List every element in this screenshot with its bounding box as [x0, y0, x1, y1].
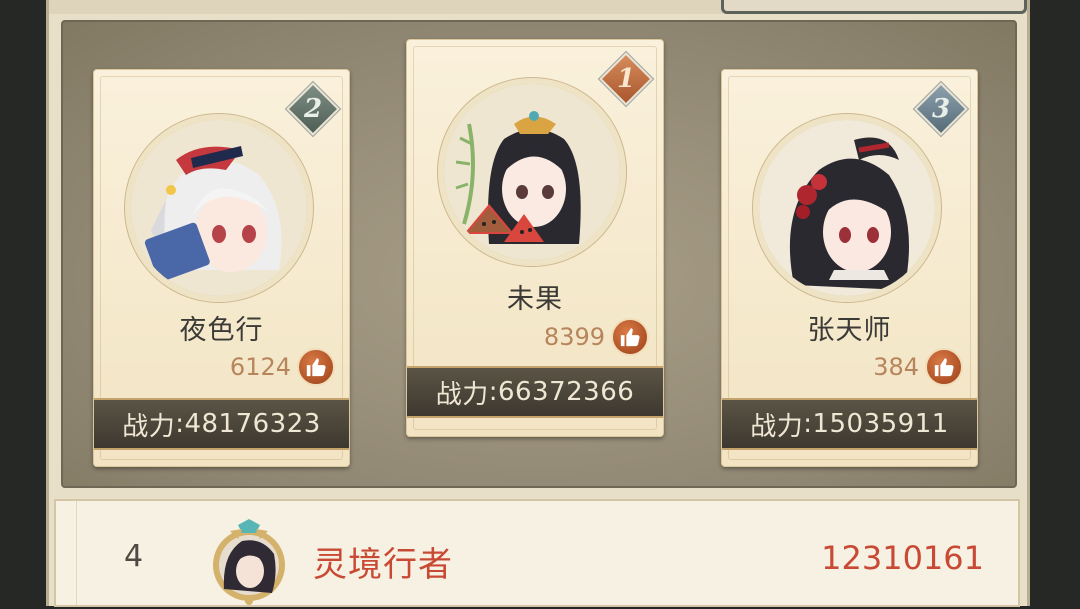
player-name: 夜色行 — [179, 315, 264, 346]
rank-3-badge-icon: 3 — [914, 82, 968, 136]
avatar-portrait-ponytail — [759, 120, 935, 296]
like-count: 8399 — [543, 323, 605, 351]
player-avatar[interactable] — [444, 84, 620, 260]
power-bar: 战力:66372366 — [407, 366, 663, 418]
row-rank: 4 — [124, 539, 144, 574]
power-value: 48176323 — [184, 409, 321, 439]
player-name: 张天师 — [807, 315, 892, 346]
rank-1-badge-icon: 1 — [599, 52, 653, 106]
row-power-value: 12310161 — [821, 539, 984, 577]
podium-card-rank-2[interactable]: 2 夜色行 6124 战力:48176323 — [93, 69, 350, 467]
power-label: 战力 — [750, 411, 804, 442]
avatar-portrait-black-hair-watermelon — [444, 84, 620, 260]
thumbs-up-icon[interactable] — [611, 318, 649, 356]
row-player-avatar[interactable] — [212, 519, 286, 605]
ranking-list-row[interactable]: 4 灵境行者 12310161 — [54, 499, 1020, 607]
player-name: 未果 — [507, 284, 563, 315]
player-avatar[interactable] — [131, 120, 307, 296]
like-group: 384 — [873, 348, 963, 386]
podium-card-rank-1[interactable]: 1 未果 8399 战力:66372366 — [406, 39, 664, 437]
power-label: 战力 — [435, 379, 489, 410]
power-label: 战力 — [122, 411, 176, 442]
row-player-name: 灵境行者 — [313, 545, 453, 585]
thumbs-up-icon[interactable] — [297, 348, 335, 386]
thumbs-up-icon[interactable] — [925, 348, 963, 386]
power-bar: 战力:48176323 — [94, 398, 349, 450]
rank-2-badge-icon: 2 — [286, 82, 340, 136]
like-group: 8399 — [544, 318, 649, 356]
avatar-portrait-white-hair — [131, 120, 307, 296]
like-group: 6124 — [230, 348, 335, 386]
top-tab-frame[interactable] — [721, 0, 1027, 14]
power-value: 15035911 — [812, 409, 949, 439]
power-value: 66372366 — [497, 377, 635, 407]
podium-card-rank-3[interactable]: 3 张天师 384 战力:15035911 — [721, 69, 978, 467]
like-count: 6124 — [229, 353, 291, 381]
like-count: 384 — [873, 353, 919, 381]
player-avatar[interactable] — [759, 120, 935, 296]
power-bar: 战力:15035911 — [722, 398, 977, 450]
